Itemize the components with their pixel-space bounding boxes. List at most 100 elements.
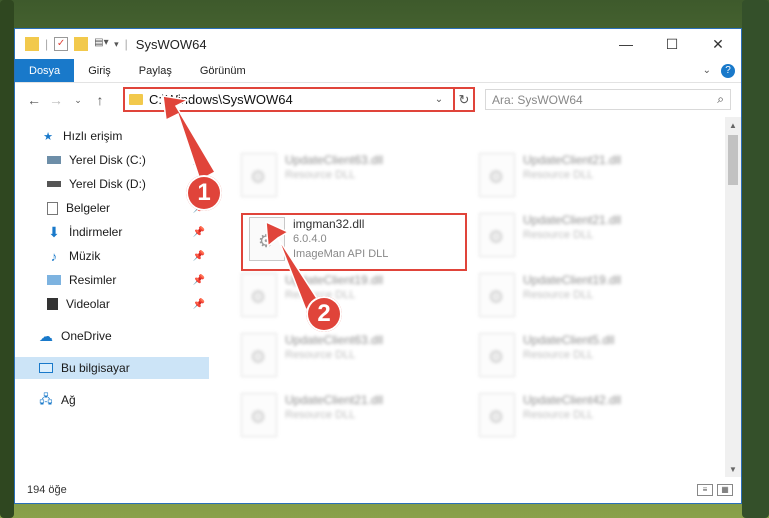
- pin-icon[interactable]: 📌: [193, 251, 205, 262]
- new-folder-icon[interactable]: [74, 37, 89, 51]
- explorer-window: | ✓ ▤▾ ▾ | SysWOW64 — ☐ ✕ Dosya Giriş Pa…: [14, 28, 742, 504]
- file-description: Resource DLL: [285, 169, 356, 181]
- folder-icon[interactable]: [25, 37, 39, 51]
- file-name: UpdateClient63.dll: [285, 333, 384, 347]
- dropdown-icon[interactable]: ▾: [114, 39, 119, 50]
- search-input[interactable]: Ara: SysWOW64 ⌕: [485, 89, 731, 110]
- maximize-button[interactable]: ☐: [649, 29, 695, 59]
- pin-icon[interactable]: 📌: [193, 227, 205, 238]
- close-button[interactable]: ✕: [695, 29, 741, 59]
- address-row: ← → ⌄ ↑ C:\Windows\SysWOW64 ⌄ ↻ Ara: Sys…: [15, 83, 741, 117]
- sidebar-item-label: Videolar: [66, 297, 110, 311]
- sidebar-item-this-pc[interactable]: Bu bilgisayar: [15, 357, 209, 379]
- file-item[interactable]: UpdateClient63.dll Resource DLL: [241, 333, 451, 383]
- address-path: C:\Windows\SysWOW64: [149, 92, 293, 107]
- background-trunk: [0, 0, 14, 518]
- dll-file-icon: [241, 153, 277, 197]
- search-icon: ⌕: [717, 92, 724, 106]
- sidebar-item-quick-access[interactable]: ★ Hızlı erişim: [15, 125, 209, 147]
- dll-file-icon: [241, 273, 277, 317]
- ribbon-tabs: Dosya Giriş Paylaş Görünüm ⌄ ?: [15, 59, 741, 83]
- file-item[interactable]: UpdateClient19.dllResource DLL: [479, 273, 689, 323]
- file-item[interactable]: UpdateClient21.dll Resource DLL: [241, 393, 451, 443]
- back-arrow-icon[interactable]: ←: [25, 92, 43, 108]
- pin-icon[interactable]: 📌: [193, 155, 205, 166]
- dll-file-icon: [241, 333, 277, 377]
- sidebar-item-label: Yerel Disk (C:): [69, 153, 146, 167]
- navigation-pane: ★ Hızlı erişim Yerel Disk (C:) 📌 Yerel D…: [15, 117, 209, 477]
- minimize-button[interactable]: —: [603, 29, 649, 59]
- sidebar-item-music[interactable]: ♪ Müzik 📌: [15, 245, 209, 267]
- videos-icon: [47, 298, 58, 310]
- help-icon[interactable]: ?: [721, 63, 735, 78]
- customize-icon[interactable]: ▤▾: [94, 37, 108, 51]
- properties-icon[interactable]: ✓: [54, 37, 69, 51]
- address-bar[interactable]: C:\Windows\SysWOW64 ⌄: [123, 87, 475, 112]
- pin-icon[interactable]: 📌: [193, 275, 205, 286]
- file-name: UpdateClient5.dll: [523, 333, 615, 347]
- pin-icon[interactable]: 📌: [193, 299, 205, 310]
- forward-arrow-icon[interactable]: →: [47, 92, 65, 108]
- expand-ribbon-icon[interactable]: ⌄: [703, 65, 711, 76]
- scrollbar-thumb[interactable]: [728, 135, 738, 185]
- file-description: Resource DLL: [285, 409, 356, 421]
- file-description: Resource DLL: [523, 349, 594, 361]
- file-name: UpdateClient21.dll: [523, 213, 622, 227]
- file-name: UpdateClient19.dll: [523, 273, 622, 287]
- dll-file-icon: [479, 393, 515, 437]
- separator: |: [45, 37, 49, 51]
- file-name: UpdateClient42.dll: [523, 393, 622, 407]
- step-badge-2: 2: [306, 296, 342, 332]
- up-arrow-icon[interactable]: ↑: [91, 92, 109, 108]
- large-icons-view-icon[interactable]: ▦: [717, 484, 733, 496]
- vertical-scrollbar[interactable]: ▲ ▼: [725, 117, 741, 477]
- scroll-down-icon[interactable]: ▼: [725, 461, 741, 477]
- sidebar-item-onedrive[interactable]: ☁ OneDrive: [15, 325, 209, 347]
- sidebar-item-network[interactable]: 🖧 Ağ: [15, 389, 209, 411]
- sidebar-item-videos[interactable]: Videolar 📌: [15, 293, 209, 315]
- sidebar-item-label: Ağ: [61, 393, 76, 407]
- sidebar-item-label: İndirmeler: [69, 225, 123, 239]
- background-trunk: [742, 0, 769, 518]
- file-name: UpdateClient21.dll: [285, 393, 384, 407]
- status-bar: 194 öğe ≡ ▦: [15, 477, 741, 503]
- sidebar-item-disk-d[interactable]: Yerel Disk (D:): [15, 173, 209, 195]
- navigation-buttons: ← → ⌄ ↑: [25, 92, 109, 108]
- sidebar-item-downloads[interactable]: ⬇ İndirmeler 📌: [15, 221, 209, 243]
- network-icon: 🖧: [39, 391, 53, 406]
- sidebar-item-disk-c[interactable]: Yerel Disk (C:) 📌: [15, 149, 209, 171]
- sidebar-item-pictures[interactable]: Resimler 📌: [15, 269, 209, 291]
- scroll-up-icon[interactable]: ▲: [725, 117, 741, 133]
- tab-paylas[interactable]: Paylaş: [125, 59, 186, 82]
- pictures-icon: [47, 275, 61, 285]
- drive-icon: [47, 181, 61, 187]
- details-view-icon[interactable]: ≡: [697, 484, 713, 496]
- selection-highlight: [241, 213, 467, 271]
- cloud-icon: ☁: [39, 327, 53, 344]
- file-description: Resource DLL: [523, 229, 594, 241]
- file-item[interactable]: UpdateClient42.dll Resource DLL: [479, 393, 689, 443]
- dll-file-icon: [479, 273, 515, 317]
- chevron-down-icon[interactable]: ⌄: [431, 94, 447, 105]
- drive-icon: [47, 156, 61, 164]
- file-item[interactable]: UpdateClient19.dllResource DLL: [241, 273, 451, 323]
- sidebar-item-label: Hızlı erişim: [63, 129, 123, 143]
- tab-gorunum[interactable]: Görünüm: [186, 59, 260, 82]
- sidebar-item-documents[interactable]: Belgeler 📌: [15, 197, 209, 219]
- tab-giris[interactable]: Giriş: [74, 59, 125, 82]
- refresh-button[interactable]: ↻: [453, 87, 475, 112]
- sidebar-item-label: Resimler: [69, 273, 117, 287]
- music-icon: ♪: [50, 248, 58, 264]
- file-item[interactable]: UpdateClient21.dll Resource DLL: [479, 153, 689, 203]
- tab-dosya[interactable]: Dosya: [15, 59, 75, 82]
- download-icon: ⬇: [48, 223, 60, 240]
- recent-dropdown-icon[interactable]: ⌄: [69, 95, 87, 106]
- file-description: Resource DLL: [523, 409, 594, 421]
- file-name: UpdateClient19.dll: [285, 273, 384, 287]
- file-item[interactable]: UpdateClient5.dll Resource DLL: [479, 333, 689, 383]
- file-list: UpdateClient63.dllResource DLL imgman32.…: [221, 117, 725, 477]
- file-item[interactable]: UpdateClient21.dll Resource DLL: [479, 213, 689, 263]
- search-placeholder: Ara: SysWOW64: [492, 92, 583, 107]
- file-description: Resource DLL: [285, 349, 356, 361]
- file-item[interactable]: UpdateClient63.dll Resource DLL: [241, 153, 451, 203]
